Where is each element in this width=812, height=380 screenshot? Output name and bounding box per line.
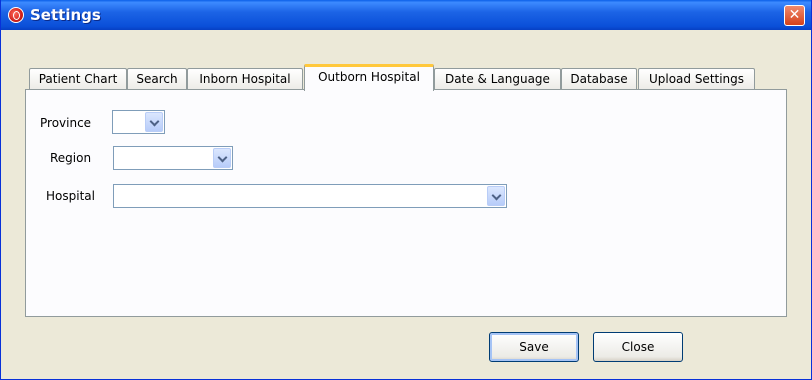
tab-inborn-hospital[interactable]: Inborn Hospital [187, 68, 303, 90]
window-title: Settings [30, 6, 101, 24]
region-label: Region [50, 151, 92, 165]
tab-upload-settings[interactable]: Upload Settings [638, 68, 755, 90]
tab-search[interactable]: Search [127, 68, 187, 90]
hospital-label: Hospital [46, 189, 95, 203]
app-icon [8, 7, 24, 23]
close-window-button[interactable]: ✕ [784, 5, 805, 26]
chevron-down-icon[interactable] [213, 148, 231, 168]
tab-date-language[interactable]: Date & Language [434, 68, 561, 90]
tab-patient-chart[interactable]: Patient Chart [29, 68, 127, 90]
chevron-down-icon[interactable] [145, 112, 163, 132]
hospital-dropdown[interactable] [113, 184, 507, 208]
title-bar[interactable]: Settings ✕ [1, 0, 811, 30]
outborn-hospital-panel: Province Region Hospital [25, 89, 787, 317]
tab-outborn-hospital[interactable]: Outborn Hospital [304, 64, 434, 91]
settings-window: Settings ✕ Patient Chart Search Inborn H… [0, 0, 812, 380]
province-dropdown[interactable] [112, 110, 165, 134]
region-dropdown[interactable] [113, 146, 233, 170]
save-button[interactable]: Save [489, 332, 579, 362]
chevron-down-icon[interactable] [487, 186, 505, 206]
tab-database[interactable]: Database [561, 68, 637, 90]
province-label: Province [40, 116, 92, 130]
close-button[interactable]: Close [593, 332, 683, 362]
